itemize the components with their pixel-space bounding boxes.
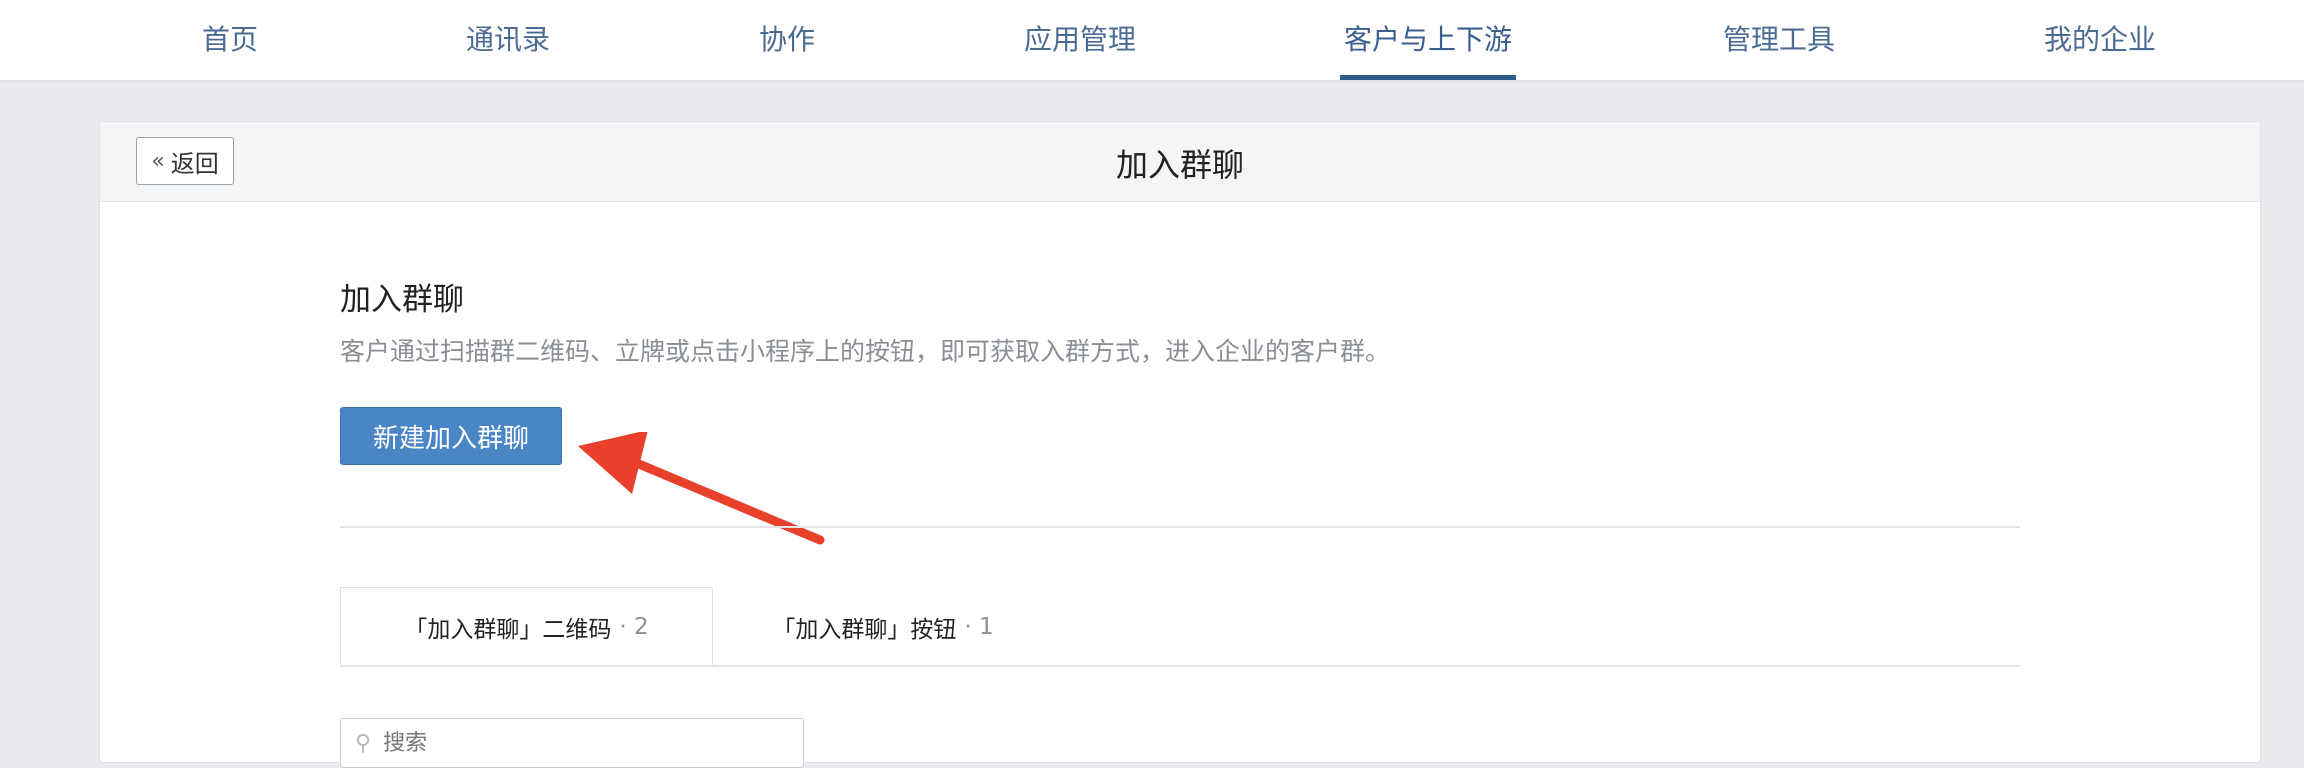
tab-label: 「加入群聊」二维码 (404, 616, 612, 643)
nav-item-app-management[interactable]: 应用管理 (1020, 18, 1140, 80)
nav-active-underline (1340, 75, 1516, 80)
tab-count: · 1 (964, 614, 994, 640)
nav-item-label: 客户与上下游 (1343, 23, 1512, 56)
nav-item-home[interactable]: 首页 (200, 18, 260, 80)
tab-label: 「加入群聊」按钮 (772, 617, 957, 643)
tab-join-group-qrcode[interactable]: 「加入群聊」二维码 · 2 (340, 587, 713, 667)
nav-item-label: 首页 (201, 23, 258, 56)
search-box[interactable]: ⚲ (340, 718, 804, 768)
nav-item-label: 应用管理 (1023, 23, 1136, 56)
nav-item-collaboration[interactable]: 协作 (757, 18, 817, 80)
nav-item-label: 我的企业 (2043, 23, 2156, 56)
section-title: 加入群聊 (340, 282, 464, 318)
top-navigation-bar: 首页 通讯录 协作 应用管理 客户与上下游 管理工具 我的企业 (0, 0, 2304, 81)
nav-item-label: 通讯录 (465, 23, 550, 56)
tab-join-group-button[interactable]: 「加入群聊」按钮 · 1 (713, 587, 1053, 667)
nav-item-label: 协作 (758, 23, 815, 56)
create-join-group-button[interactable]: 新建加入群聊 (340, 407, 562, 465)
page-title: 加入群聊 (1115, 146, 1244, 184)
content-card: « 返回 加入群聊 加入群聊 客户通过扫描群二维码、立牌或点击小程序上的按钮，即… (99, 121, 2261, 768)
annotation-arrow-icon (578, 432, 825, 545)
tab-count: · 2 (619, 613, 649, 640)
section-description: 客户通过扫描群二维码、立牌或点击小程序上的按钮，即可获取入群方式，进入企业的客户… (340, 337, 1391, 366)
nav-item-management-tools[interactable]: 管理工具 (1719, 18, 1839, 80)
nav-item-label: 管理工具 (1722, 23, 1835, 56)
section-divider (340, 526, 2020, 528)
tabs-baseline (340, 665, 2020, 667)
nav-item-customers-and-partners[interactable]: 客户与上下游 (1340, 18, 1516, 80)
card-header: « 返回 加入群聊 (100, 122, 2260, 202)
search-icon: ⚲ (355, 730, 372, 756)
nav-item-contacts[interactable]: 通讯录 (463, 18, 553, 80)
nav-item-my-enterprise[interactable]: 我的企业 (2040, 18, 2160, 80)
